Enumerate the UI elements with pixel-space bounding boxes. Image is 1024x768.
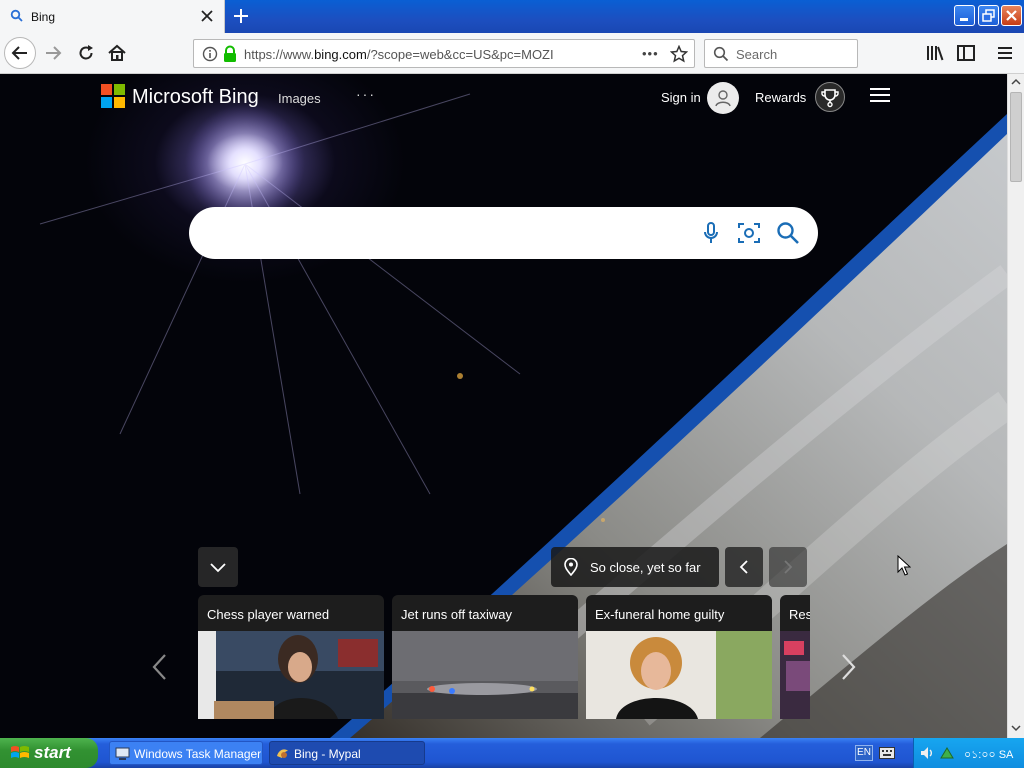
- news-card[interactable]: Jet runs off taxiway: [392, 595, 578, 719]
- news-card-title: Chess player warned: [207, 607, 330, 622]
- lock-icon: [224, 45, 236, 62]
- trophy-badge: [815, 82, 845, 112]
- chevron-left-icon: [739, 560, 748, 574]
- new-tab-icon[interactable]: [231, 6, 251, 26]
- scroll-down-icon[interactable]: [1010, 722, 1022, 734]
- news-carousel: Chess player warned Jet runs off taxiway: [198, 595, 810, 719]
- browser-search-field[interactable]: Search: [704, 39, 858, 68]
- url-domain: bing.com: [314, 47, 367, 62]
- taskbar-item-label: Windows Task Manager: [134, 747, 262, 761]
- library-icon[interactable]: [925, 43, 945, 63]
- news-card-title: Res: [789, 607, 810, 622]
- rewards-label: Rewards: [755, 90, 807, 105]
- scroll-up-icon[interactable]: [1010, 76, 1022, 88]
- image-location-button[interactable]: So close, yet so far: [551, 547, 719, 587]
- menu-icon[interactable]: [995, 43, 1015, 63]
- location-pin-icon: [564, 558, 578, 576]
- forward-icon[interactable]: [43, 43, 63, 63]
- hamburger-menu-icon[interactable]: [869, 86, 891, 104]
- system-tray: ০১:০০ SA: [913, 738, 1024, 768]
- page-viewport: Microsoft Bing Images ··· Sign in Reward…: [0, 74, 1007, 738]
- url-text[interactable]: https://www.bing.com/?scope=web&cc=US&pc…: [244, 47, 554, 62]
- windows-flag-icon: [11, 746, 29, 758]
- restore-icon: [982, 9, 995, 22]
- tab-strip: Bing: [0, 0, 1024, 33]
- news-card-image: [586, 631, 772, 719]
- previous-image-button[interactable]: [725, 547, 763, 587]
- home-icon[interactable]: [107, 43, 127, 63]
- news-card-title: Ex-funeral home guilty: [595, 607, 725, 622]
- visual-search-icon[interactable]: [736, 220, 762, 246]
- reload-icon[interactable]: [76, 43, 96, 63]
- mypal-browser-icon: [277, 749, 288, 758]
- url-prefix: https://www.: [244, 47, 315, 62]
- search-placeholder: Search: [736, 47, 778, 62]
- news-card[interactable]: Res: [780, 595, 810, 719]
- chevron-down-icon: [210, 563, 226, 573]
- network-icon[interactable]: [939, 746, 955, 760]
- taskbar: start Windows Task Manager Bing - Mypal …: [0, 738, 1024, 768]
- navigation-bar: https://www.bing.com/?scope=web&cc=US&pc…: [0, 33, 1024, 74]
- nav-images-link[interactable]: Images: [278, 91, 321, 106]
- start-button[interactable]: start: [0, 738, 98, 768]
- info-icon[interactable]: [202, 46, 218, 62]
- url-path: /?scope=web&cc=US&pc=MOZI: [366, 47, 554, 62]
- user-icon: [715, 90, 731, 107]
- nav-more-button[interactable]: ···: [356, 86, 376, 102]
- news-card[interactable]: Chess player warned: [198, 595, 384, 719]
- tab-title: Bing: [31, 10, 56, 24]
- microsoft-logo-icon: [101, 84, 125, 108]
- bing-search-box: [189, 207, 818, 259]
- sign-in-label: Sign in: [661, 90, 701, 105]
- language-indicator[interactable]: EN: [855, 745, 873, 761]
- mouse-pointer-icon: [897, 555, 911, 576]
- microphone-icon[interactable]: [698, 220, 724, 246]
- news-card-image: [392, 631, 578, 719]
- trophy-icon: [821, 89, 839, 108]
- avatar: [707, 82, 739, 114]
- news-card-image: [198, 631, 384, 719]
- close-icon: [1006, 10, 1017, 21]
- close-tab-icon[interactable]: [199, 8, 215, 24]
- volume-icon[interactable]: [920, 746, 936, 760]
- news-card-title: Jet runs off taxiway: [401, 607, 513, 622]
- carousel-previous-icon[interactable]: [150, 652, 170, 682]
- search-icon: [10, 9, 23, 22]
- chevron-right-icon: [784, 560, 793, 574]
- location-label: So close, yet so far: [590, 560, 701, 575]
- keyboard-icon[interactable]: [879, 747, 895, 759]
- back-button[interactable]: [4, 37, 36, 69]
- next-image-button[interactable]: [769, 547, 807, 587]
- minimize-button[interactable]: [954, 5, 975, 26]
- task-manager-icon: [115, 747, 130, 760]
- restore-button[interactable]: [978, 5, 999, 26]
- bookmark-star-icon[interactable]: [670, 45, 688, 63]
- vertical-scrollbar[interactable]: [1007, 74, 1024, 738]
- tab-bing[interactable]: Bing: [0, 0, 225, 33]
- carousel-next-icon[interactable]: [838, 652, 858, 682]
- taskbar-item-bing-mypal[interactable]: Bing - Mypal: [269, 741, 425, 765]
- clock: ০১:০০ SA: [964, 749, 1014, 761]
- search-icon: [713, 46, 729, 62]
- search-input[interactable]: [211, 219, 681, 247]
- news-card[interactable]: Ex-funeral home guilty: [586, 595, 772, 719]
- search-icon[interactable]: [775, 220, 801, 246]
- minimize-icon: [960, 18, 968, 21]
- taskbar-item-label: Bing - Mypal: [294, 747, 361, 761]
- news-card-image: [780, 631, 810, 719]
- taskbar-item-task-manager[interactable]: Windows Task Manager: [109, 741, 263, 765]
- start-label: start: [34, 743, 71, 762]
- collapse-feed-button[interactable]: [198, 547, 238, 587]
- url-bar[interactable]: https://www.bing.com/?scope=web&cc=US&pc…: [193, 39, 695, 68]
- screen: Bing https://www.bing.com/?scope=web&cc=…: [0, 0, 1024, 768]
- close-window-button[interactable]: [1001, 5, 1022, 26]
- logo-text: Microsoft Bing: [132, 86, 259, 108]
- arrow-left-icon: [11, 46, 27, 60]
- scrollbar-thumb[interactable]: [1010, 92, 1022, 182]
- page-actions-menu[interactable]: •••: [642, 46, 659, 61]
- sidebar-icon[interactable]: [956, 43, 976, 63]
